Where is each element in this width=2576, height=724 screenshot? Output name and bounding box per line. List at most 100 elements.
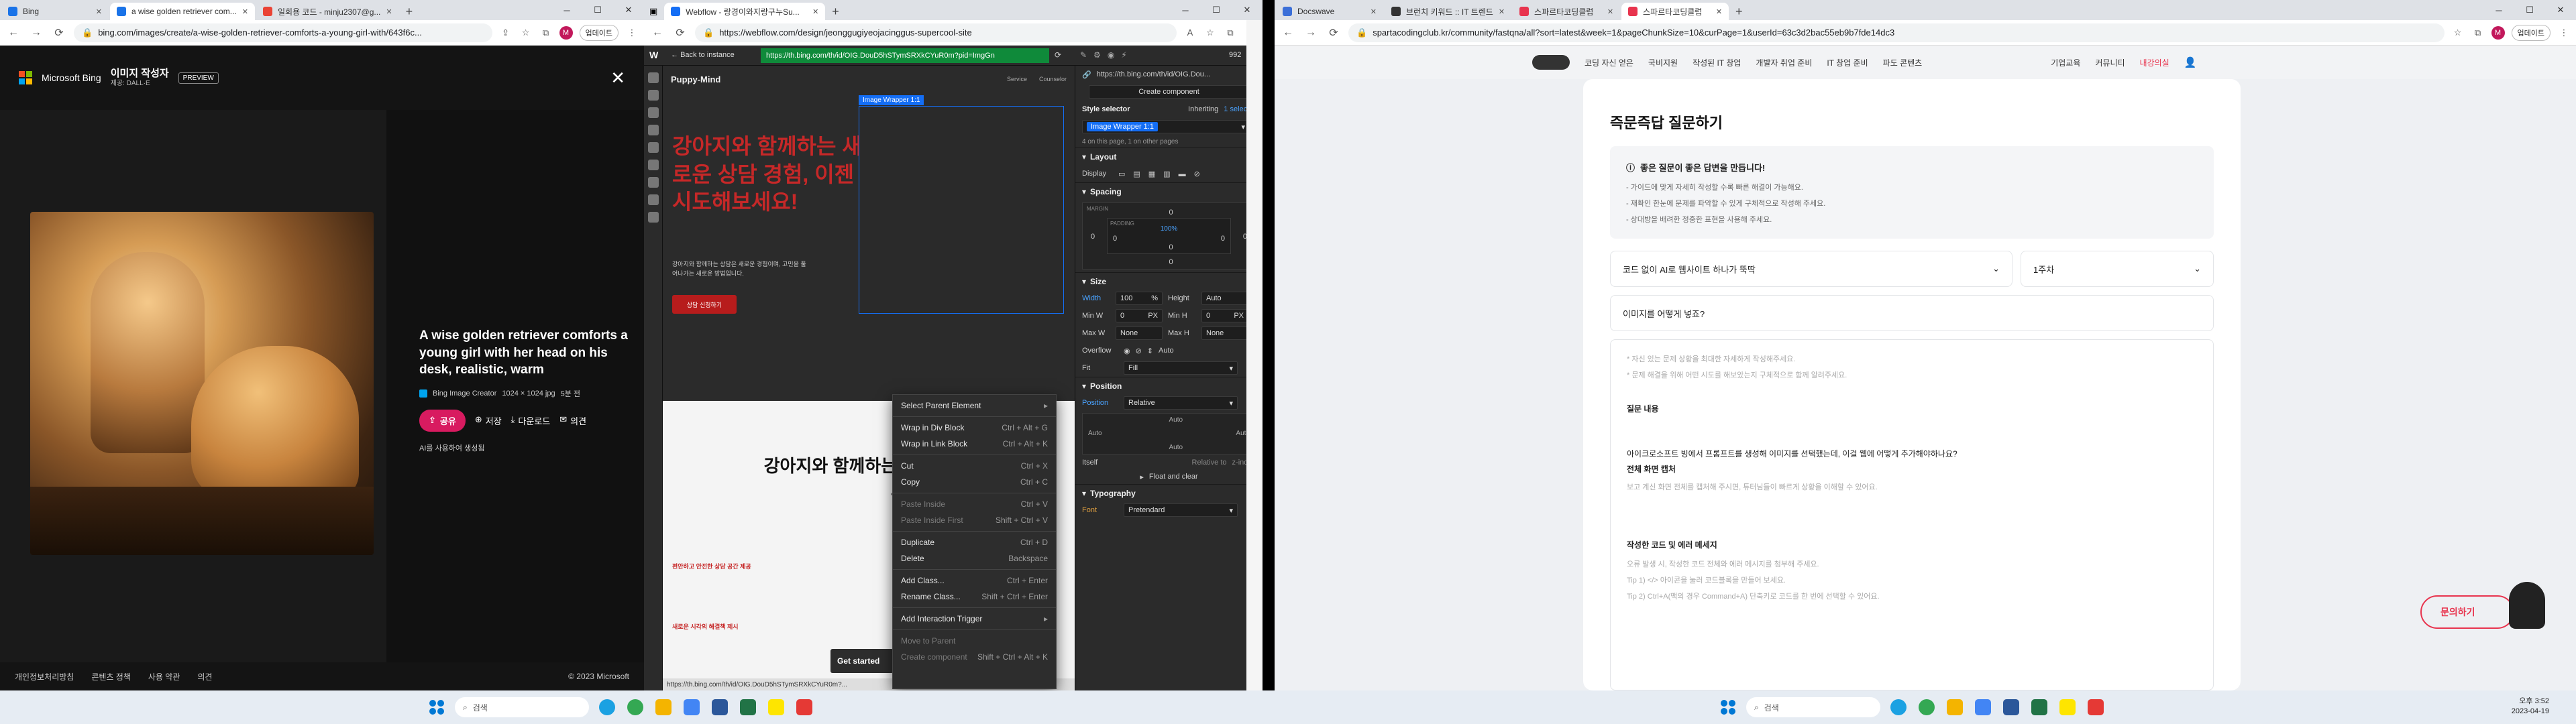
nav-right-3[interactable]: 내강의실 [2140,57,2169,68]
taskbar-app-chrome-icon[interactable] [623,695,647,719]
tab-gmail[interactable]: 일회용 코드 - minju2307@g... ✕ [256,3,399,20]
taskbar-app-folder-icon[interactable] [651,695,676,719]
tab-webflow[interactable]: Webflow - 랑경이와지랑구누Su... ✕ [664,3,826,20]
context-menu-item[interactable]: Wrap in Link Block Ctrl + Alt + K [893,436,1056,452]
close-viewer-icon[interactable]: ✕ [610,68,625,88]
footer-link-feedback[interactable]: 의견 [197,671,212,682]
position-select[interactable]: Relative ▾ [1124,396,1238,410]
pages-icon[interactable] [648,107,659,118]
overflow-scroll-icon[interactable]: ⇕ [1147,347,1153,355]
taskbar-app-edge-icon[interactable] [595,695,619,719]
read-aloud-icon[interactable]: A [1183,26,1197,40]
update-pill[interactable]: 업데이트 [2511,24,2551,41]
favorites-icon[interactable]: ☆ [1203,26,1217,40]
taskbar-app-pdf-icon[interactable] [2084,695,2108,719]
context-menu-item[interactable]: Wrap in Div Block Ctrl + Alt + G [893,420,1056,436]
feature1-title[interactable]: 편안하고 안전한 상담 공간 제공 [672,562,751,570]
min-width-input[interactable]: 0 PX [1116,309,1163,322]
new-tab-button[interactable]: + [825,3,846,20]
context-menu-item[interactable]: Rename Class... Shift + Ctrl + Enter [893,589,1056,605]
taskbar-search-left[interactable]: ⌕ 검색 [455,697,589,717]
taskbar-app-word-icon[interactable] [708,695,732,719]
profile-avatar[interactable]: M [2491,25,2505,40]
site-nav-service[interactable]: Service [1007,76,1027,82]
course-select[interactable]: 코드 없이 AI로 웹사이트 하나가 뚝딱 ⌄ [1610,251,2012,287]
download-button[interactable]: ⤓ 다운로드 [511,414,551,427]
taskbar-app-word-icon[interactable] [1999,695,2023,719]
start-button-2[interactable] [1716,695,1740,719]
max-width-input[interactable]: None [1116,326,1163,340]
bookmark-star-icon[interactable]: ☆ [2451,26,2465,40]
display-options[interactable]: ▭▤▦▥▬⊘ [1118,170,1208,178]
back-to-instance-link[interactable]: ← Back to instance [671,51,735,59]
back-icon[interactable]: ← [1280,27,1296,39]
tab-docswave[interactable]: Docswave ✕ [1276,3,1383,20]
system-clock[interactable]: 오후 3:52 2023-04-19 [2512,697,2549,717]
taskbar-search-right[interactable]: ⌕ 검색 [1746,697,1880,717]
ask-button[interactable]: 문의하기 [2420,595,2514,629]
nav-item-2[interactable]: 국비지원 [1648,57,1678,68]
float-clear-toggle[interactable]: ▸ Float and clear [1075,469,1263,484]
taskbar-app-excel-icon[interactable] [736,695,760,719]
section-typography[interactable]: ▾ Typography [1075,484,1263,501]
taskbar-app-excel-icon[interactable] [2027,695,2051,719]
address-bar[interactable]: 🔒 spartacodingclub.kr/community/fastqna/a… [1348,23,2445,42]
context-menu-item[interactable]: Select Parent Element ▸ [893,398,1056,414]
nav-item-6[interactable]: 파도 콘텐츠 [1883,57,1923,68]
bookmark-star-icon[interactable]: ☆ [519,26,533,40]
section-size[interactable]: ▾ Size [1075,272,1263,290]
font-select[interactable]: Pretendard ▾ [1124,503,1238,517]
selected-image-wrapper[interactable]: Image Wrapper 1:1 [859,95,1064,314]
profile-avatar[interactable]: M [559,25,573,40]
taskbar-app-kakao-icon[interactable] [764,695,788,719]
cms-icon[interactable] [648,125,659,135]
taskbar-app-pdf-icon[interactable] [792,695,816,719]
site-nav-counselor[interactable]: Counselor [1039,76,1067,82]
nav-item-1[interactable]: 코딩 자신 얻은 [1585,57,1633,68]
collections-icon[interactable]: ⧉ [1224,26,1237,40]
spacing-box[interactable]: MARGIN PADDING 100% 0 0 0 0 0 0 0 [1082,202,1256,269]
padding-box[interactable]: PADDING 100% 0 0 0 [1107,218,1231,254]
address-bar[interactable]: 🔒 bing.com/images/create/a-wise-golden-re… [74,23,492,42]
mascot-icon[interactable] [2509,582,2545,629]
close-window-icon[interactable]: ✕ [1232,0,1263,20]
taskbar-app-kakao-icon[interactable] [2055,695,2080,719]
nav-item-5[interactable]: IT 창업 준비 [1827,57,1868,68]
nav-right-1[interactable]: 기업교육 [2051,57,2080,68]
footer-link-content[interactable]: 콘텐츠 정책 [91,671,131,682]
section-spacing[interactable]: ▾ Spacing [1075,182,1263,200]
taskbar-app-store-icon[interactable] [1971,695,1995,719]
tab-actions-icon[interactable]: ▣ [644,3,663,20]
new-tab-button[interactable]: + [399,3,420,20]
context-menu-item[interactable]: Copy Ctrl + C [893,474,1056,490]
overflow-hidden-icon[interactable]: ⊘ [1136,347,1142,355]
footer-link-terms[interactable]: 사용 약관 [148,671,180,682]
context-menu-item[interactable]: Delete Backspace [893,550,1056,566]
get-started-popup[interactable]: Get started [830,649,894,673]
close-window-icon[interactable]: ✕ [613,0,644,20]
tab-sparta-2[interactable]: 스파르타코딩클럽 ✕ [1621,3,1729,20]
sparta-logo[interactable] [1532,55,1570,70]
context-menu-item[interactable]: Add Interaction Trigger ▸ [893,611,1056,627]
maximize-icon[interactable]: ☐ [1201,0,1232,20]
ecommerce-icon[interactable] [648,142,659,153]
nav-item-4[interactable]: 개발자 취업 준비 [1756,57,1812,68]
position-offsets[interactable]: Auto Auto Auto Auto [1082,413,1256,455]
back-icon[interactable]: ← [649,27,665,39]
generated-image[interactable] [30,212,374,555]
settings-icon[interactable] [648,194,659,205]
feedback-button[interactable]: ✉ 의견 [559,414,586,427]
footer-link-privacy[interactable]: 개인정보처리방침 [15,671,74,682]
close-window-icon[interactable]: ✕ [2545,0,2576,20]
image-url-bar[interactable]: https://th.bing.com/th/id/OIG.DouD5hSTym… [761,48,1049,63]
week-select[interactable]: 1주차 ⌄ [2021,251,2214,287]
taskbar-app-chrome-icon[interactable] [1915,695,1939,719]
reload-icon[interactable]: ⟳ [51,26,67,40]
extensions-icon[interactable]: ⧉ [539,26,553,40]
forward-icon[interactable]: → [1303,27,1319,39]
navigator-icon[interactable] [648,90,659,101]
minimize-icon[interactable]: ─ [1170,0,1201,20]
webflow-logo-icon[interactable]: W [649,50,658,60]
close-icon[interactable]: ✕ [812,7,818,16]
share-page-icon[interactable]: ⇪ [499,26,513,40]
